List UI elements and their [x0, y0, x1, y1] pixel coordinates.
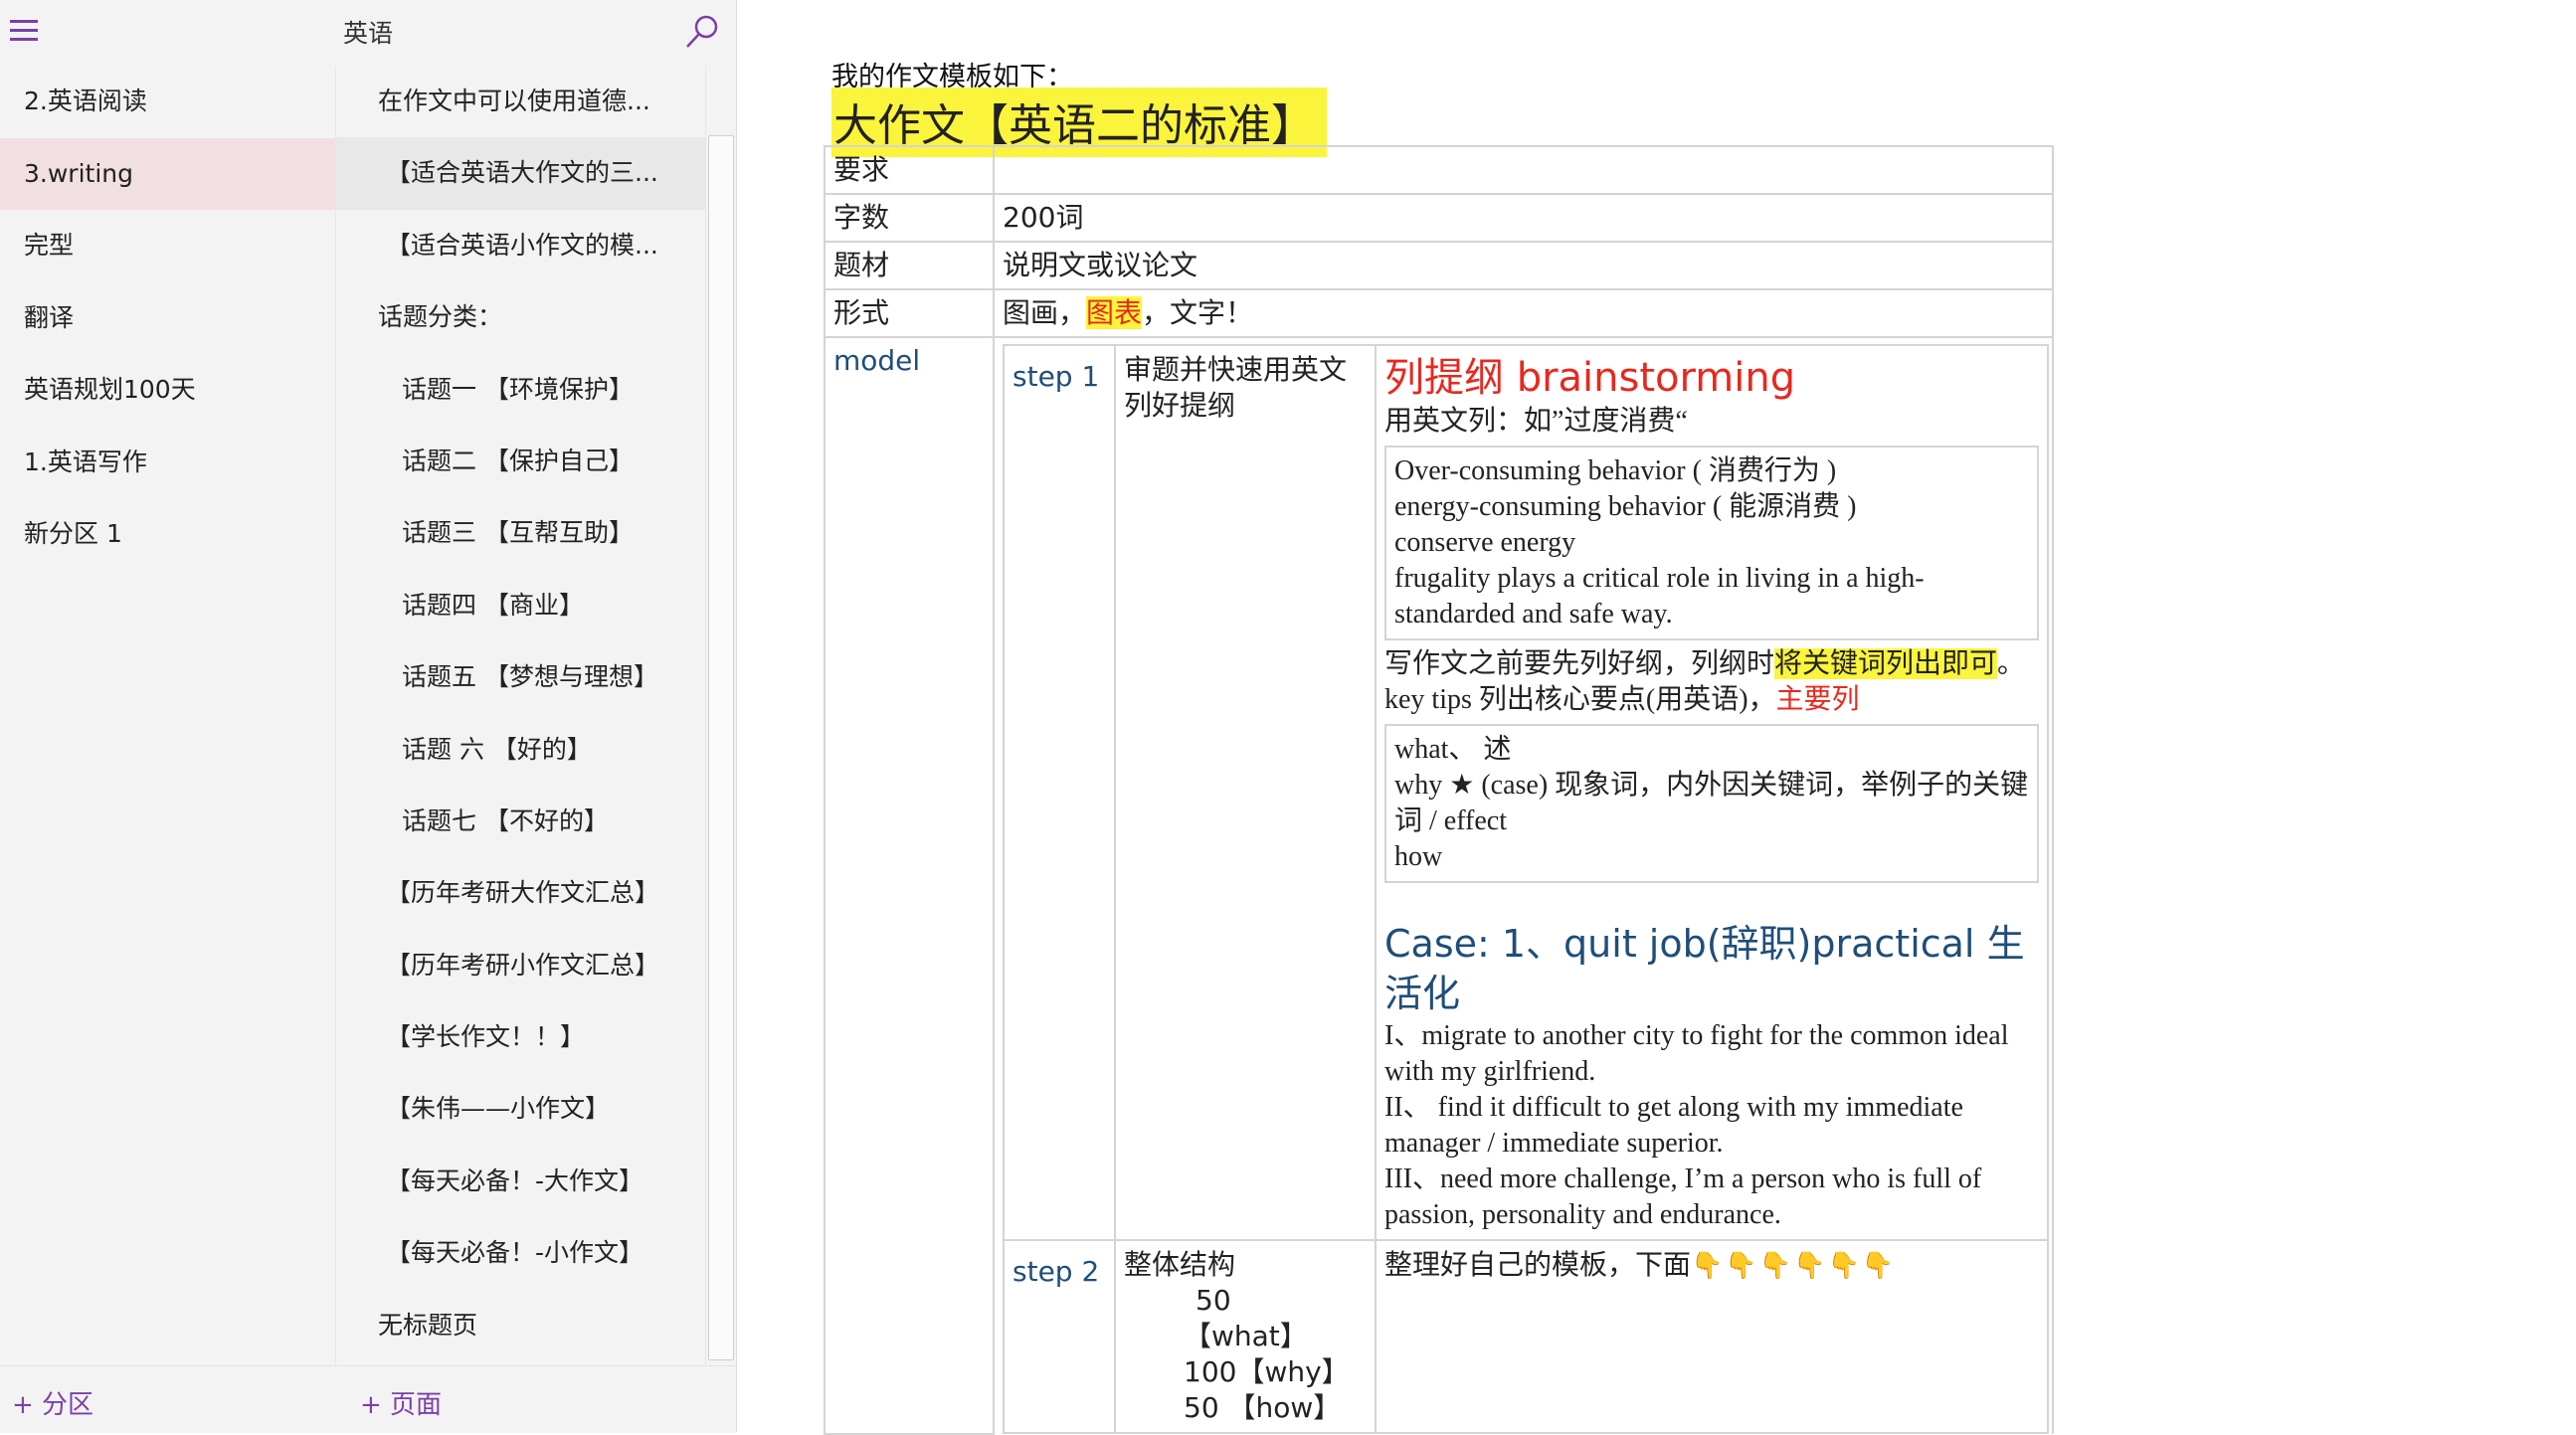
table-row: 题材 说明文或议论文 — [824, 241, 2054, 290]
page-item[interactable]: 【学长作文！！】 — [336, 1001, 706, 1073]
row-label: 要求 — [824, 145, 995, 195]
model-label: model — [824, 336, 995, 1435]
page-item-active[interactable]: 【适合英语大作文的三... — [336, 137, 706, 210]
row-label: 题材 — [824, 241, 995, 290]
structure-line: 50 — [1196, 1284, 1231, 1317]
app-header: 英语 — [0, 0, 736, 67]
section-item[interactable]: 新分区 1 — [0, 498, 335, 571]
row-label: 形式 — [824, 288, 995, 338]
row-value[interactable]: 说明文或议论文 — [993, 241, 2054, 290]
brainstorm-heading: 列提纲 brainstorming — [1384, 355, 1796, 401]
template-table: 要求 字数 200词 题材 说明文或议论文 形式 图画，图表，文字！ model… — [824, 145, 2054, 1435]
bottom-bar: + 分区 + 页面 — [0, 1365, 736, 1433]
page-item[interactable]: 话题二 【保护自己】 — [336, 426, 706, 497]
tip-paragraph: 写作文之前要先列好纲，列纲时将关键词列出即可。 key tips 列出核心要点(… — [1384, 646, 2039, 718]
vocab-line: frugality plays a critical role in livin… — [1394, 563, 1925, 629]
page-item[interactable]: 话题分类： — [336, 281, 706, 353]
row-value[interactable]: 200词 — [993, 193, 2054, 243]
vocab-line: conserve energy — [1394, 527, 1576, 558]
page-item[interactable]: 【每天必备！-小作文】 — [336, 1217, 706, 1289]
page-item[interactable]: 话题四 【商业】 — [336, 570, 706, 641]
outline-line: why ★ (case) 现象词，内外因关键词，举例子的关键词 / effect — [1394, 770, 2029, 836]
note-canvas[interactable]: 我的作文模板如下： 大作文【英语二的标准】 要求 字数 200词 题材 说明文或… — [737, 0, 2576, 1435]
table-row: 形式 图画，图表，文字！ — [824, 288, 2054, 338]
step-row: step 2 整体结构 50 【what】 100【why】 50 【how】 … — [1003, 1239, 2049, 1434]
page-item[interactable]: 话题五 【梦想与理想】 — [336, 641, 706, 713]
step-label: step 2 — [1003, 1239, 1116, 1434]
tip-highlight: 将关键词列出即可 — [1774, 648, 1998, 679]
form-part3: ，文字！ — [1142, 296, 1254, 329]
page-item[interactable]: 话题 六 【好的】 — [336, 714, 706, 786]
step-content[interactable]: 列提纲 brainstorming 用英文列：如”过度消费“ Over-cons… — [1375, 344, 2049, 1241]
row-value[interactable]: 图画，图表，文字！ — [993, 288, 2054, 338]
case-line: II、 find it difficult to get along with … — [1384, 1092, 1963, 1159]
table-row: 字数 200词 — [824, 193, 2054, 243]
section-item[interactable]: 1.英语写作 — [0, 427, 335, 499]
notebook-title: 英语 — [342, 19, 393, 48]
section-item-active[interactable]: 3.writing — [0, 137, 335, 210]
structure-title: 整体结构 — [1124, 1248, 1236, 1281]
brainstorm-intro: 用英文列：如”过度消费“ — [1384, 406, 1688, 437]
form-highlight: 图表 — [1086, 296, 1143, 329]
add-page-button[interactable]: + 页面 — [360, 1384, 442, 1421]
search-icon[interactable] — [682, 12, 722, 52]
case-line: I、migrate to another city to fight for t… — [1384, 1020, 2009, 1087]
outline-line: what、 述 — [1394, 734, 1512, 765]
page-item[interactable]: 【朱伟——小作文】 — [336, 1073, 706, 1145]
model-cell: step 1 审题并快速用英文列好提纲 列提纲 brainstorming 用英… — [993, 336, 2054, 1434]
case-heading: Case: 1、quit job(辞职)practical 生活化 — [1384, 922, 2025, 1015]
row-value[interactable] — [993, 145, 2054, 195]
step-desc: 整体结构 50 【what】 100【why】 50 【how】 — [1114, 1239, 1377, 1434]
outline-box: what、 述 why ★ (case) 现象词，内外因关键词，举例子的关键词 … — [1384, 724, 2039, 883]
sections-pane: 2.英语阅读 3.writing 完型 翻译 英语规划100天 1.英语写作 新… — [0, 66, 335, 1365]
table-row: 要求 — [824, 145, 2054, 195]
row-label: 字数 — [824, 193, 995, 243]
page-item[interactable]: 在作文中可以使用道德... — [336, 66, 706, 137]
page-item[interactable]: 【每天必备！-大作文】 — [336, 1146, 706, 1217]
table-row-model: model step 1 审题并快速用英文列好提纲 列提纲 brainstorm… — [824, 336, 2054, 1435]
page-item[interactable]: 【适合英语小作文的模... — [336, 210, 706, 281]
section-item[interactable]: 英语规划100天 — [0, 354, 335, 427]
section-item[interactable]: 2.英语阅读 — [0, 66, 335, 138]
page-item[interactable]: 【历年考研小作文汇总】 — [336, 930, 706, 1001]
section-item[interactable]: 完型 — [0, 210, 335, 282]
add-section-button[interactable]: + 分区 — [12, 1384, 93, 1421]
page-item[interactable]: 无标题页 — [336, 1290, 706, 1361]
page-item[interactable]: 话题一 【环境保护】 — [336, 354, 706, 426]
section-item[interactable]: 翻译 — [0, 282, 335, 355]
structure-line: 【what】 — [1184, 1320, 1308, 1352]
pages-scrollbar[interactable] — [708, 135, 734, 1360]
structure-line: 100【why】 — [1184, 1355, 1350, 1388]
vocab-line: Over-consuming behavior ( 消费行为 ) — [1394, 455, 1837, 486]
step-row: step 1 审题并快速用英文列好提纲 列提纲 brainstorming 用英… — [1003, 344, 2049, 1241]
page-item[interactable]: 话题三 【互帮互助】 — [336, 497, 706, 569]
form-part1: 图画， — [1003, 296, 1087, 329]
steps-table: step 1 审题并快速用英文列好提纲 列提纲 brainstorming 用英… — [1003, 344, 2049, 1434]
step-content[interactable]: 整理好自己的模板，下面👇👇👇👇👇👇 — [1375, 1239, 2049, 1434]
case-line: III、need more challenge, I’m a person wh… — [1384, 1164, 1982, 1230]
tip-red: 主要列 — [1775, 684, 1860, 715]
outline-line: how — [1394, 841, 1443, 872]
structure-line: 50 【how】 — [1184, 1391, 1342, 1424]
page-item[interactable]: 话题七 【不好的】 — [336, 786, 706, 857]
step-desc: 审题并快速用英文列好提纲 — [1114, 344, 1377, 1241]
pages-pane: 在作文中可以使用道德... 【适合英语大作文的三... 【适合英语小作文的模..… — [335, 66, 706, 1365]
vocab-box: Over-consuming behavior ( 消费行为 ) energy-… — [1384, 446, 2039, 640]
pointing-down-icon: 👇👇👇👇👇👇 — [1691, 1251, 1897, 1281]
vocab-line: energy-consuming behavior ( 能源消费 ) — [1394, 491, 1857, 522]
template-instruction: 整理好自己的模板，下面 — [1384, 1248, 1692, 1281]
page-item[interactable]: 【历年考研大作文汇总】 — [336, 857, 706, 929]
tip-part1: 写作文之前要先列好纲，列纲时 — [1384, 648, 1775, 679]
step-label: step 1 — [1003, 344, 1116, 1241]
